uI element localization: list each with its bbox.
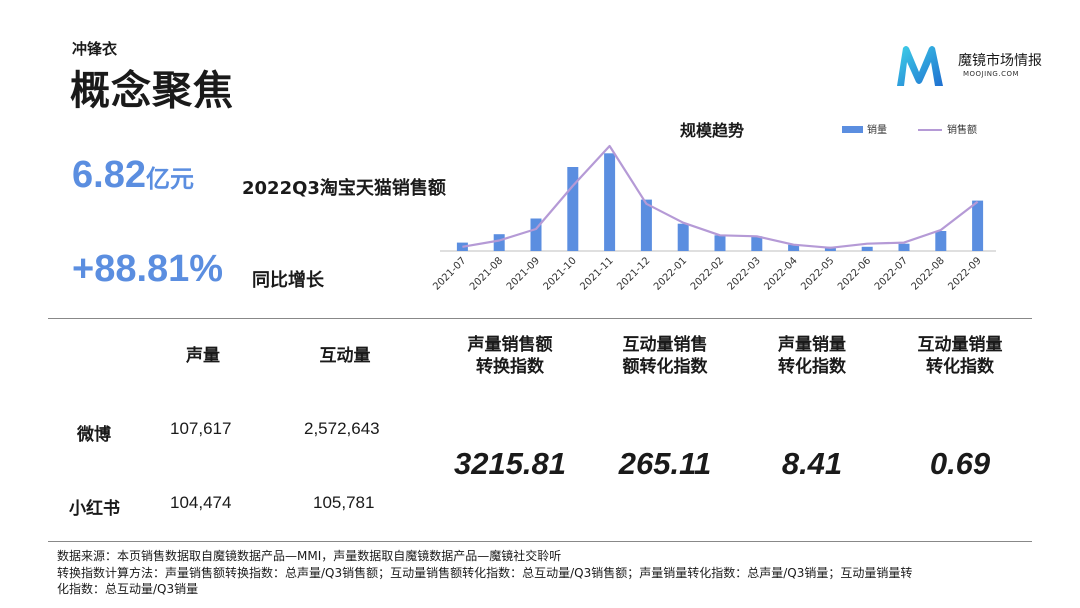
bar-2022-07 [898,243,910,251]
legend-label-volume: 销量 [867,123,887,136]
chart-legend: 销量 销售额 [842,123,977,136]
bar-2021-11 [604,153,616,251]
legend-label-sales: 销售额 [947,123,977,136]
x-tick-label: 2021-08 [468,255,505,292]
sales-kpi: 6.82亿元 [72,154,194,197]
note-data-source: 数据来源：本页销售数据取自魔镜数据产品—MMI，声量数据取自魔镜数据产品—魔镜社… [57,549,562,563]
page-title: 概念聚焦 [70,68,234,114]
divider-top [48,318,1032,319]
header-interaction-sales-index-l1: 互动量销售 [622,335,708,355]
x-tick-label: 2022-03 [726,255,763,292]
divider-bottom [48,541,1032,542]
sales-kpi-unit: 亿元 [145,166,194,193]
legend-swatch-bar [842,126,863,133]
header-voice-sales-index: 声量销售额 转换指数 [450,334,570,378]
x-tick-label: 2022-08 [910,255,947,292]
sales-kpi-value: 6.82 [72,154,146,196]
bar-2021-12 [640,199,652,251]
growth-kpi-label: 同比增长 [252,270,324,291]
x-tick-label: 2022-04 [762,255,799,292]
bar-2022-06 [861,246,873,251]
header-interaction: 互动量 [319,346,371,366]
bar-2021-10 [567,167,579,251]
weibo-voice: 107,617 [170,419,232,438]
sales-kpi-label: 2022Q3淘宝天猫销售额 [242,178,446,199]
page-subtitle: 冲锋衣 [72,40,118,58]
note-method-2: 化指数：总互动量/Q3销量 [57,582,199,596]
header-voice-volume-index-l1: 声量销量 [778,335,846,355]
logo-name: 魔镜市场情报 [958,53,1042,69]
weibo-interaction: 2,572,643 [304,419,380,438]
moojing-logo-icon [897,46,943,86]
header-interaction-volume-index: 互动量销量 转化指数 [898,334,1022,378]
x-tick-label: 2022-06 [836,255,873,292]
bar-2022-09 [972,200,984,251]
interaction-sales-index-value: 265.11 [618,446,712,481]
row-label-weibo: 微博 [77,425,111,445]
row-label-xiaohongshu: 小红书 [69,499,120,519]
x-tick-label: 2022-05 [799,255,836,292]
scale-trend-chart: 规模趋势 销量 销售额 2021-07 2021-08 2021-09 2021-10 2… [431,121,996,293]
x-tick-label: 2021-10 [542,255,579,292]
note-method-1: 转换指数计算方法：声量销售额转换指数：总声量/Q3销售额；互动量销售额转化指数：… [57,566,913,580]
logo-url: MOOJING.COM [963,70,1020,78]
bar-2022-03 [751,236,763,251]
voice-sales-index-value: 3215.81 [453,446,567,481]
bar-2022-02 [714,235,726,252]
header-voice: 声量 [186,346,220,366]
header-voice-sales-index-l1: 声量销售额 [467,335,553,355]
bar-2022-01 [677,223,689,251]
voice-volume-index-value: 8.41 [781,446,843,481]
chart-title: 规模趋势 [680,121,744,140]
bar-2021-08 [493,234,505,251]
x-tick-label: 2022-07 [873,255,910,292]
x-tick-label: 2021-09 [505,255,542,292]
header-interaction-volume-index-l2: 转化指数 [926,357,994,377]
header-voice-volume-index: 声量销量 转化指数 [757,334,867,378]
xiaohongshu-voice: 104,474 [170,493,232,512]
header-voice-volume-index-l2: 转化指数 [778,357,846,377]
xiaohongshu-interaction: 105,781 [313,493,375,512]
header-voice-sales-index-l2: 转换指数 [476,357,544,377]
x-tick-label: 2021-11 [578,255,615,292]
header-interaction-sales-index-l2: 额转化指数 [622,357,708,377]
header-interaction-volume-index-l1: 互动量销量 [917,335,1003,355]
x-tick-label: 2021-07 [431,255,468,292]
bar-2022-08 [935,231,947,251]
x-tick-label: 2022-09 [946,255,983,292]
interaction-volume-index-value: 0.69 [929,446,991,481]
x-tick-label: 2021-12 [615,255,652,292]
x-tick-label: 2022-02 [689,255,726,292]
header-interaction-sales-index: 互动量销售 额转化指数 [600,334,730,378]
x-tick-label: 2022-01 [652,255,689,292]
growth-kpi-value: +88.81% [72,248,224,290]
